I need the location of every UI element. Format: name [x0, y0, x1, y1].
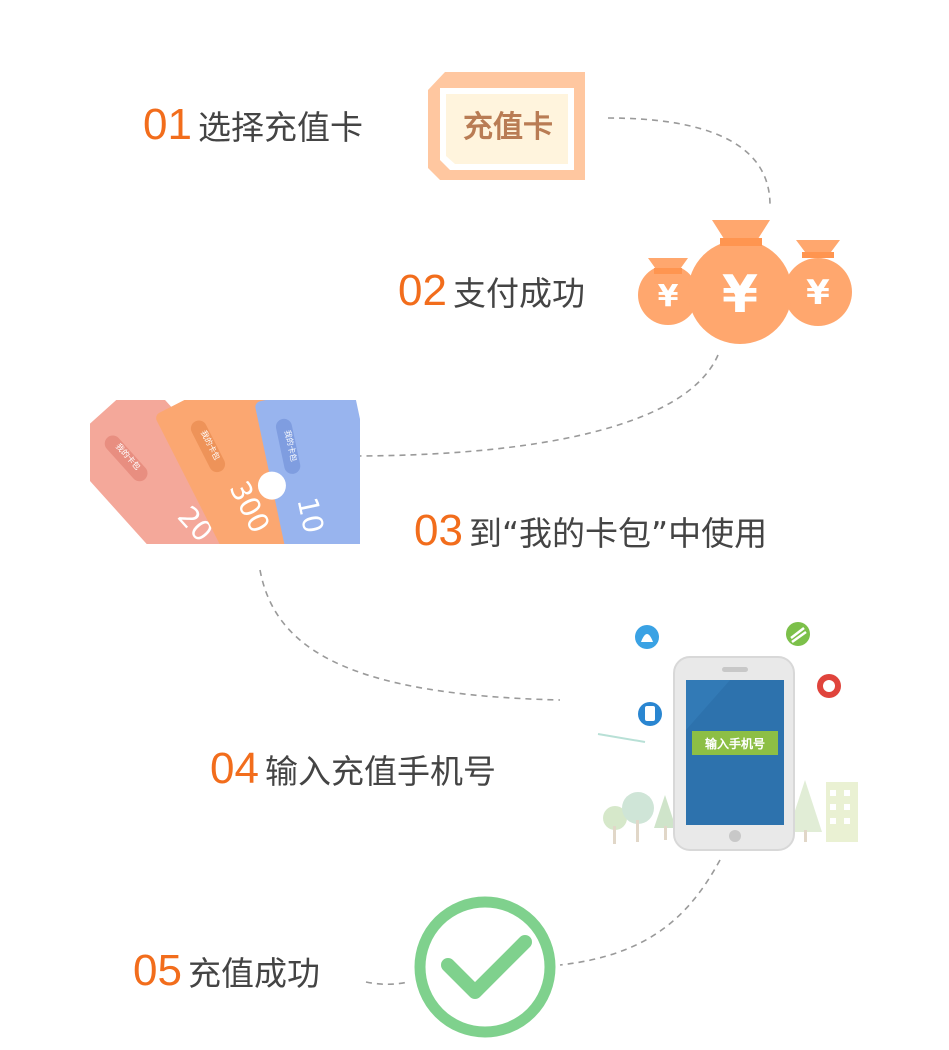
- step-4: 04 输入充值手机号: [210, 744, 496, 794]
- connector-3-4: [259, 569, 561, 701]
- step-1-label: 选择充值卡: [197, 108, 363, 147]
- recharge-card-icon: 充值卡: [428, 72, 585, 180]
- step-2: 02 支付成功: [398, 266, 585, 316]
- step-3: 03 到“我的卡包”中使用: [414, 506, 767, 556]
- step-5: 05 充值成功: [133, 946, 320, 996]
- phone-illustration: 输入手机号: [597, 622, 858, 851]
- connector-4-5b: [365, 981, 409, 986]
- yen-symbol-center: ¥: [722, 265, 758, 325]
- step-4-number: 04: [210, 744, 259, 793]
- connector-4-5a: [559, 859, 721, 966]
- connector-2-3: [357, 354, 719, 457]
- yen-symbol-left: ¥: [658, 279, 679, 314]
- yen-symbol-right: ¥: [806, 273, 830, 313]
- phone-screen-text: 输入手机号: [705, 736, 765, 751]
- money-bags-icon: ¥ ¥ ¥: [638, 220, 852, 344]
- step-5-number: 05: [133, 946, 182, 995]
- success-check-icon: [414, 896, 556, 1038]
- step-2-label: 支付成功: [452, 274, 585, 313]
- step-2-number: 02: [398, 266, 447, 315]
- card-icon-text: 充值卡: [463, 110, 553, 145]
- step-3-label: 到“我的卡包”中使用: [468, 514, 768, 553]
- coupons-fan-icon: 我的卡包 20 我的卡包 300 我的卡包 10: [90, 400, 360, 544]
- step-3-number: 03: [414, 506, 463, 555]
- step-1: 01 选择充值卡: [143, 100, 363, 150]
- step-5-label: 充值成功: [187, 954, 320, 993]
- step-4-label: 输入充值手机号: [264, 752, 496, 791]
- step-1-number: 01: [143, 100, 192, 149]
- connector-1-2: [607, 117, 771, 206]
